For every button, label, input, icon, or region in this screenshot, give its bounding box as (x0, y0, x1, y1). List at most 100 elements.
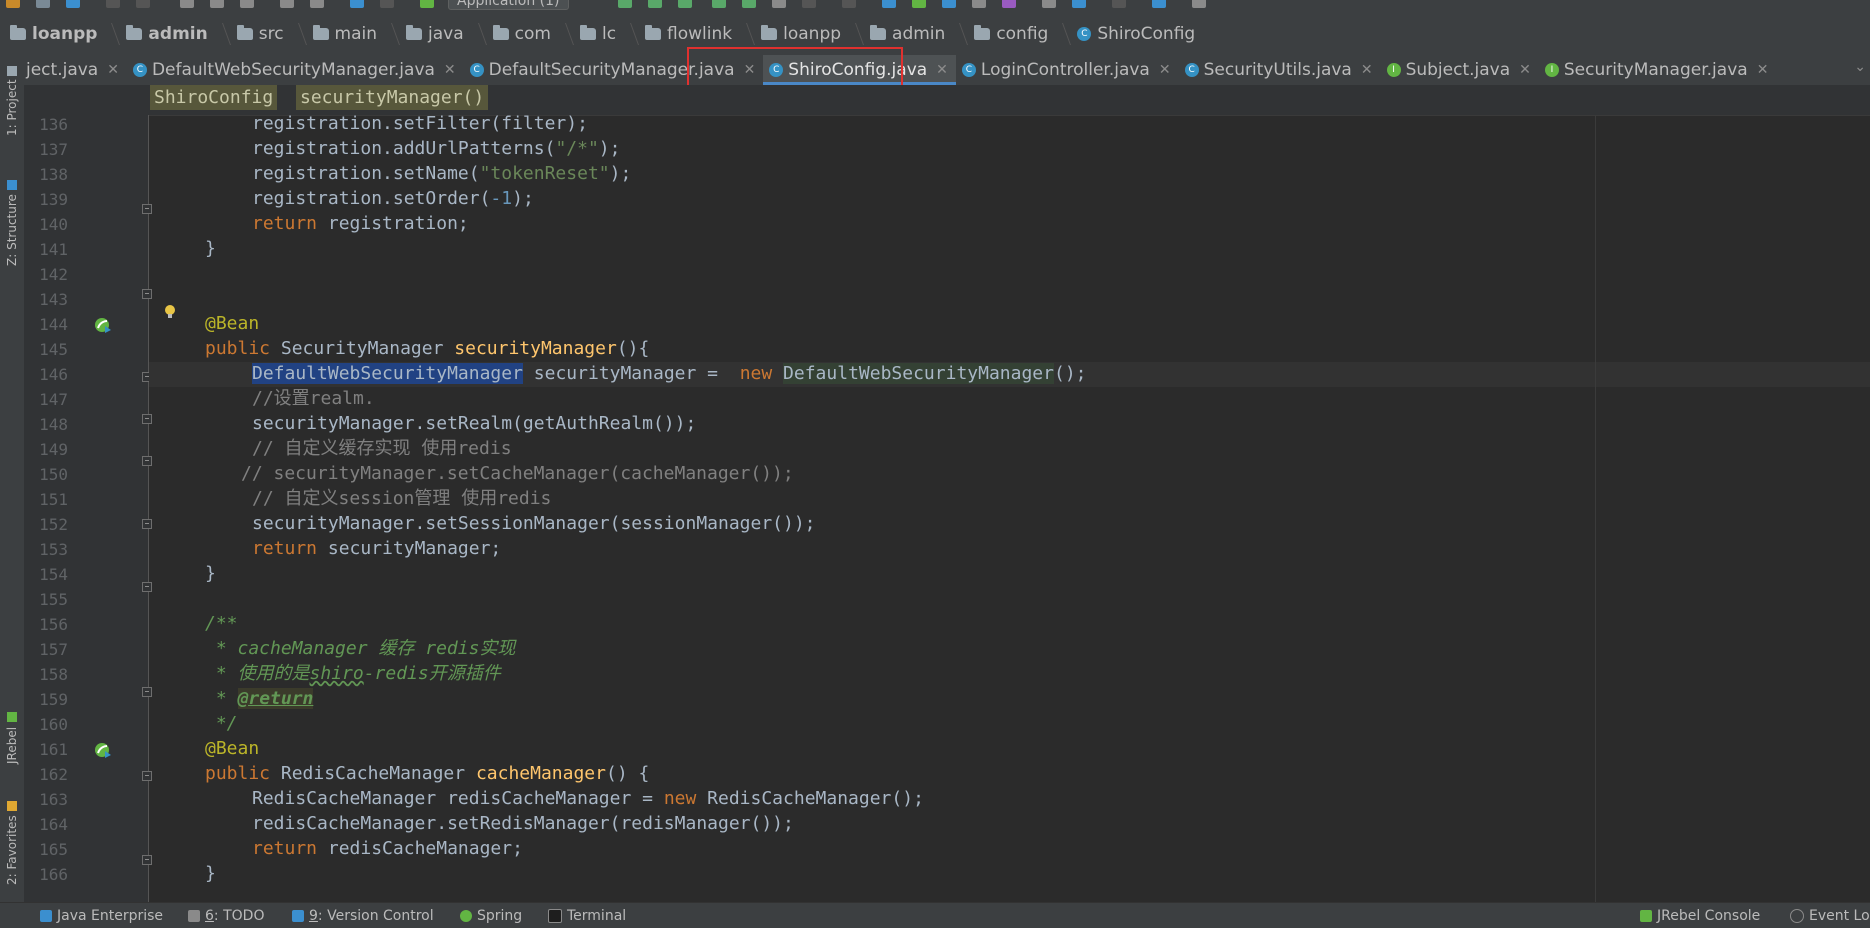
editor-gutter: 136 137 138 139 140 141 142 143 144 145 … (24, 115, 175, 902)
structure-tool-tab[interactable]: Z: Structure (2, 173, 22, 273)
tab-shiroconfig[interactable]: C ShiroConfig.java ✕ (763, 55, 956, 85)
forward-icon[interactable] (380, 0, 394, 8)
settings-icon[interactable] (1042, 0, 1056, 8)
code-editor[interactable]: registration.setFilter(filter); registra… (149, 115, 1870, 902)
project-tool-tab[interactable]: 1: Project (2, 59, 22, 143)
folder-icon (492, 24, 509, 40)
event-log-tool-button[interactable]: Event Lo (1790, 903, 1870, 928)
line-number: 149 (39, 440, 68, 459)
back-icon[interactable] (350, 0, 364, 8)
debug-icon[interactable] (648, 0, 662, 8)
interface-icon: I (1386, 63, 1401, 77)
folder-icon (406, 24, 423, 40)
line-number: 143 (39, 290, 68, 309)
redo-icon[interactable] (136, 0, 150, 8)
vcs-icon[interactable] (842, 0, 856, 8)
code-line-140: return registration; (252, 213, 469, 234)
line-number: 153 (39, 540, 68, 559)
coverage-icon[interactable] (678, 0, 692, 8)
tab-securityutils[interactable]: C SecurityUtils.java ✕ (1179, 55, 1381, 85)
close-icon[interactable]: ✕ (444, 62, 456, 78)
help-icon[interactable] (1152, 0, 1166, 8)
breadcrumb-item[interactable]: loanpp (751, 12, 865, 55)
event-log-icon (1790, 908, 1804, 923)
jrebel-run-icon[interactable] (712, 0, 726, 8)
undo-icon[interactable] (106, 0, 120, 8)
java-enterprise-tool-button[interactable]: Java Enterprise (40, 903, 163, 928)
line-number: 139 (39, 190, 68, 209)
line-number: 157 (39, 640, 68, 659)
tab-securitymanager[interactable]: I SecurityManager.java ✕ (1539, 55, 1777, 85)
tab-defaultwebsecuritymanager[interactable]: C DefaultWebSecurityManager.java ✕ (127, 55, 464, 85)
line-number: 136 (39, 115, 68, 134)
cut-icon[interactable] (180, 0, 194, 8)
breadcrumb-item[interactable]: com (483, 12, 574, 55)
tasks-icon[interactable] (1192, 0, 1206, 8)
vcs-update-icon[interactable] (882, 0, 896, 8)
close-icon[interactable]: ✕ (936, 62, 948, 78)
close-icon[interactable]: ✕ (1159, 62, 1171, 78)
favorites-tool-tab[interactable]: 2: Favorites (2, 793, 22, 893)
close-icon[interactable]: ✕ (1361, 62, 1373, 78)
sync-icon[interactable] (66, 0, 80, 8)
close-icon[interactable]: ✕ (107, 62, 119, 78)
version-control-tool-button[interactable]: 9: Version Control (292, 903, 434, 928)
run-configuration-select[interactable]: Application (1) (448, 0, 569, 10)
breadcrumb-item[interactable]: loanpp (0, 12, 121, 55)
find-icon[interactable] (280, 0, 294, 8)
tab-overflow-icon[interactable]: ⌄ (1854, 59, 1866, 75)
tab-defaultsecuritymanager[interactable]: C DefaultSecurityManager.java ✕ (464, 55, 764, 85)
jrebel-console-tool-button[interactable]: JRebel Console (1640, 903, 1760, 928)
terminal-tool-button[interactable]: Terminal (548, 903, 626, 928)
spring-bean-icon[interactable] (93, 741, 113, 759)
open-folder-icon[interactable] (6, 0, 20, 8)
line-number: 150 (39, 465, 68, 484)
version-control-icon (292, 909, 304, 922)
save-icon[interactable] (36, 0, 50, 8)
revert-icon[interactable] (1002, 0, 1016, 8)
history-icon[interactable] (972, 0, 986, 8)
breadcrumb-item[interactable]: java (396, 12, 487, 55)
terminal-icon (548, 908, 562, 923)
build-icon[interactable] (420, 0, 434, 8)
breadcrumb-item[interactable]: lc (570, 12, 640, 55)
breadcrumb-item[interactable]: src (227, 12, 307, 55)
todo-tool-button[interactable]: 6: TODO (188, 903, 264, 928)
project-structure-icon[interactable] (1072, 0, 1086, 8)
paste-icon[interactable] (240, 0, 254, 8)
folder-icon (312, 24, 329, 40)
spring-tool-button[interactable]: Spring (460, 903, 522, 928)
close-icon[interactable]: ✕ (744, 62, 756, 78)
breadcrumb-item[interactable]: main (303, 12, 401, 55)
line-number: 147 (39, 390, 68, 409)
compare-icon[interactable] (942, 0, 956, 8)
line-number: 141 (39, 240, 68, 259)
sdk-icon[interactable] (1112, 0, 1126, 8)
tab-subject-java-partial[interactable]: ject.java ✕ (24, 55, 127, 85)
breadcrumb-item[interactable]: admin (860, 12, 969, 55)
class-icon: C (1184, 63, 1199, 77)
tab-logincontroller[interactable]: C LoginController.java ✕ (956, 55, 1179, 85)
run-icon[interactable] (618, 0, 632, 8)
stop-icon[interactable] (802, 0, 816, 8)
line-number: 154 (39, 565, 68, 584)
line-number: 165 (39, 840, 68, 859)
editor-breadcrumb-method[interactable]: securityManager() (296, 85, 489, 110)
breadcrumb-item[interactable]: admin (116, 12, 231, 55)
close-icon[interactable]: ✕ (1519, 62, 1531, 78)
jrebel-debug-icon[interactable] (742, 0, 756, 8)
jrebel-tool-tab[interactable]: JRebel (2, 703, 22, 773)
vcs-commit-icon[interactable] (912, 0, 926, 8)
profile-icon[interactable] (772, 0, 786, 8)
star-icon (7, 801, 17, 812)
folder-icon (645, 24, 662, 40)
close-icon[interactable]: ✕ (1757, 62, 1769, 78)
replace-icon[interactable] (310, 0, 324, 8)
copy-icon[interactable] (210, 0, 224, 8)
spring-bean-icon[interactable] (93, 316, 113, 334)
breadcrumb-item[interactable]: flowlink (635, 12, 756, 55)
editor-breadcrumb-class[interactable]: ShiroConfig (150, 85, 278, 110)
tab-subject[interactable]: I Subject.java ✕ (1381, 55, 1539, 85)
breadcrumb-item[interactable]: config (964, 12, 1072, 55)
breadcrumb-item[interactable]: C ShiroConfig (1067, 12, 1195, 55)
